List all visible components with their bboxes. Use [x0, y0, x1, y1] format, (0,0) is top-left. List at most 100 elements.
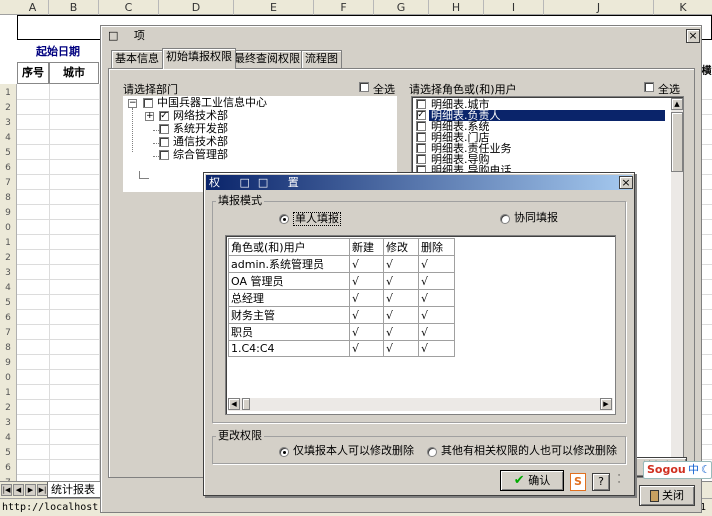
- row-number[interactable]: 7: [0, 326, 16, 341]
- tab-basic-info[interactable]: 基本信息: [111, 50, 163, 68]
- row-number[interactable]: 0: [0, 221, 16, 236]
- row-number[interactable]: 5: [0, 296, 16, 311]
- row-number[interactable]: 6: [0, 461, 16, 476]
- column-header[interactable]: D: [159, 0, 234, 15]
- sogou-s-icon[interactable]: S: [570, 473, 586, 491]
- row-number[interactable]: 9: [0, 356, 16, 371]
- column-header-new[interactable]: 新建: [349, 238, 384, 256]
- column-header-modify[interactable]: 修改: [383, 238, 419, 256]
- dialog-titlebar[interactable]: □ 项 ×: [102, 27, 700, 45]
- scroll-right-icon[interactable]: ▶: [600, 398, 612, 410]
- column-header[interactable]: E: [234, 0, 314, 15]
- column-header-role[interactable]: 角色或(和)用户: [228, 238, 350, 256]
- permission-cell[interactable]: √: [349, 289, 384, 307]
- role-checkbox[interactable]: [416, 121, 426, 131]
- column-header[interactable]: J: [544, 0, 654, 15]
- row-number[interactable]: 6: [0, 161, 16, 176]
- role-cell[interactable]: OA 管理员: [228, 272, 350, 290]
- row-number[interactable]: 3: [0, 416, 16, 431]
- permission-cell[interactable]: √: [383, 323, 419, 341]
- table-row[interactable]: 财务主管 √ √ √: [228, 306, 455, 324]
- role-checkbox[interactable]: [416, 143, 426, 153]
- close-icon[interactable]: ×: [619, 176, 633, 189]
- role-cell[interactable]: 1.C4:C4: [228, 340, 350, 357]
- column-header[interactable]: K: [654, 0, 712, 15]
- row-number[interactable]: 4: [0, 281, 16, 296]
- row-number[interactable]: 3: [0, 116, 16, 131]
- sheet-tab[interactable]: 统计报表: [47, 482, 102, 498]
- row-number[interactable]: 7: [0, 176, 16, 191]
- tree-collapse-icon[interactable]: −: [128, 99, 137, 108]
- tab-flowchart[interactable]: 流程图: [301, 50, 342, 68]
- column-header[interactable]: I: [484, 0, 544, 15]
- single-fill-radio[interactable]: [279, 214, 289, 224]
- row-number[interactable]: 2: [0, 401, 16, 416]
- tree-expand-icon[interactable]: +: [145, 112, 154, 121]
- role-cell[interactable]: admin.系统管理员: [228, 255, 350, 273]
- row-number[interactable]: 6: [0, 311, 16, 326]
- ime-moon-icon[interactable]: ☾: [701, 463, 711, 477]
- tree-item-sysdev[interactable]: 系统开发部: [173, 122, 228, 135]
- role-list-scrollbar[interactable]: ▲: [671, 98, 683, 473]
- table-row[interactable]: OA 管理员 √ √ √: [228, 272, 455, 290]
- row-number[interactable]: 4: [0, 431, 16, 446]
- row-number[interactable]: 5: [0, 446, 16, 461]
- role-checkbox[interactable]: [416, 132, 426, 142]
- permission-cell[interactable]: √: [383, 255, 419, 273]
- row-number[interactable]: 8: [0, 341, 16, 356]
- ime-toolbar[interactable]: Sogou 中 ☾: [643, 461, 712, 479]
- scroll-thumb[interactable]: [671, 112, 683, 172]
- others-allowed-radio[interactable]: [427, 447, 437, 457]
- scroll-up-icon[interactable]: ▲: [671, 98, 683, 110]
- permission-cell[interactable]: √: [349, 306, 384, 324]
- help-icon[interactable]: ?: [592, 473, 610, 491]
- tree-item-network[interactable]: 网络技术部: [173, 109, 228, 122]
- table-hscrollbar[interactable]: ◀ ▶: [228, 398, 613, 411]
- role-cell[interactable]: 职员: [228, 323, 350, 341]
- tree-item-comm[interactable]: 通信技术部: [173, 135, 228, 148]
- row-number[interactable]: 3: [0, 266, 16, 281]
- collab-fill-radio[interactable]: [500, 214, 510, 224]
- tree-checkbox[interactable]: [159, 124, 169, 134]
- tree-checkbox[interactable]: ✓: [159, 111, 169, 121]
- others-allowed-label[interactable]: 其他有相关权限的人也可以修改删除: [441, 445, 617, 457]
- row-number[interactable]: 1: [0, 386, 16, 401]
- permission-cell[interactable]: √: [349, 255, 384, 273]
- collab-fill-label[interactable]: 协同填报: [514, 212, 558, 224]
- permission-cell[interactable]: √: [383, 272, 419, 290]
- permission-cell[interactable]: √: [349, 340, 384, 357]
- scroll-left-icon[interactable]: ◀: [228, 398, 240, 410]
- row-number[interactable]: 1: [0, 86, 16, 101]
- row-number[interactable]: 2: [0, 101, 16, 116]
- row-number[interactable]: 0: [0, 371, 16, 386]
- column-header[interactable]: G: [374, 0, 429, 15]
- first-sheet-button[interactable]: |◀: [1, 484, 12, 496]
- dept-select-all-checkbox[interactable]: [359, 82, 369, 92]
- permission-table[interactable]: 角色或(和)用户 新建 修改 删除 admin.系统管理员 √ √ √ OA 管理员 √ √…: [228, 238, 455, 357]
- permission-cell[interactable]: √: [349, 272, 384, 290]
- column-header[interactable]: B: [49, 0, 99, 15]
- row-number[interactable]: 2: [0, 251, 16, 266]
- column-header[interactable]: H: [429, 0, 484, 15]
- tree-item-admin[interactable]: 综合管理部: [173, 148, 228, 161]
- role-checkbox[interactable]: [416, 154, 426, 164]
- single-fill-label[interactable]: 单人填报: [293, 212, 341, 226]
- column-header-delete[interactable]: 删除: [418, 238, 455, 256]
- permission-cell[interactable]: √: [383, 306, 419, 324]
- ime-mode-indicator[interactable]: 中: [688, 463, 699, 477]
- role-checkbox[interactable]: ✓: [416, 110, 426, 120]
- own-only-radio[interactable]: [279, 447, 289, 457]
- permission-cell[interactable]: √: [418, 340, 455, 357]
- row-number[interactable]: 1: [0, 236, 16, 251]
- table-row[interactable]: admin.系统管理员 √ √ √: [228, 255, 455, 273]
- more-icon[interactable]: · ·: [614, 472, 624, 491]
- tab-final-view-permission[interactable]: 最终查阅权限: [230, 50, 304, 68]
- table-row[interactable]: 总经理 √ √ √: [228, 289, 455, 307]
- table-row[interactable]: 1.C4:C4 √ √ √: [228, 340, 455, 357]
- role-cell[interactable]: 财务主管: [228, 306, 350, 324]
- column-header[interactable]: F: [314, 0, 374, 15]
- permission-cell[interactable]: √: [383, 289, 419, 307]
- own-only-label[interactable]: 仅填报本人可以修改删除: [293, 445, 414, 457]
- row-number[interactable]: 5: [0, 146, 16, 161]
- close-icon[interactable]: ×: [686, 29, 700, 43]
